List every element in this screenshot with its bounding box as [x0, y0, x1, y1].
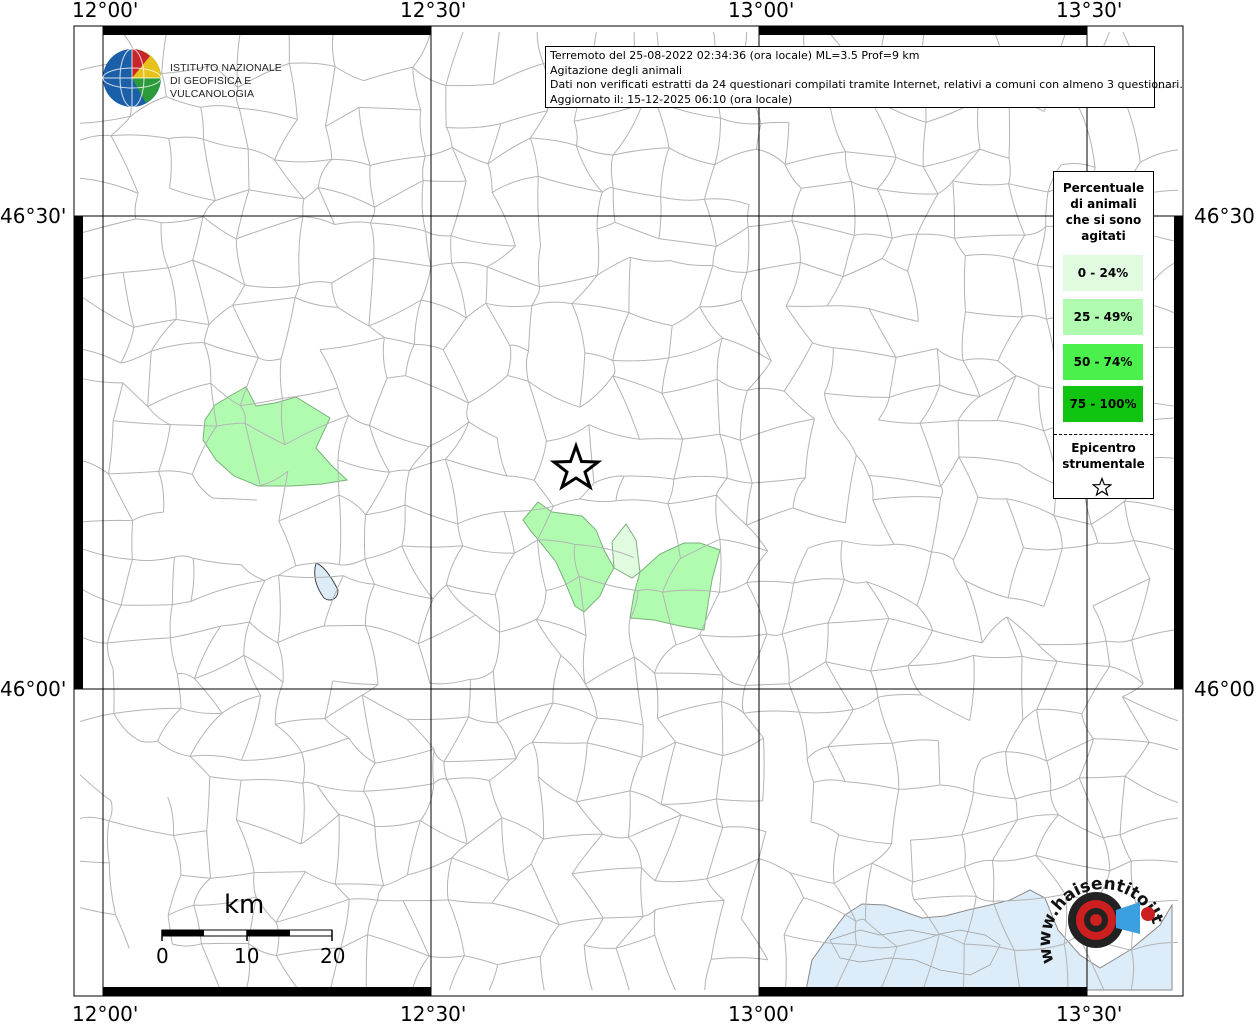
legend-title-line: di animali — [1054, 196, 1153, 212]
axis-top-12-00: 12°00' — [72, 0, 138, 20]
legend-title: Percentuale di animali che si sono agita… — [1054, 180, 1153, 244]
axis-bottom-13-00: 13°00' — [728, 1004, 794, 1024]
legend-title-line: che si sono — [1054, 212, 1153, 228]
map-subject: Agitazione degli animali — [550, 64, 1150, 79]
legend-item-25-49: 25 - 49% — [1063, 299, 1143, 335]
axis-top-13-30: 13°30' — [1056, 0, 1122, 20]
scale-label-0: 0 — [156, 944, 169, 968]
event-info-box: Terremoto del 25-08-2022 02:34:36 (ora l… — [545, 46, 1155, 108]
axis-bottom-13-30: 13°30' — [1056, 1004, 1122, 1024]
ingv-globe-icon — [100, 48, 166, 110]
legend-divider — [1054, 434, 1153, 435]
badge-logo: www.haisentitoilterremoto.it — [1036, 862, 1176, 982]
axis-right-46-30: 46°30' — [1194, 206, 1256, 226]
boundary-segment — [324, 625, 365, 626]
axis-top-12-30: 12°30' — [400, 0, 466, 20]
event-title: Terremoto del 25-08-2022 02:34:36 (ora l… — [550, 49, 1150, 64]
legend-epicenter-line: Epicentro — [1054, 440, 1153, 456]
scale-label-10: 10 — [234, 944, 259, 968]
axis-left-46-30: 46°30' — [0, 206, 66, 226]
axis-right-46-00: 46°00' — [1194, 679, 1256, 699]
boundary-segment — [121, 605, 172, 606]
axis-left-46-00: 46°00' — [0, 679, 66, 699]
haisentitoilterremoto-badge: www.haisentitoilterremoto.it — [1036, 862, 1176, 982]
scale-label-20: 20 — [320, 944, 345, 968]
scale-unit: km — [224, 890, 264, 920]
legend: Percentuale di animali che si sono agita… — [1053, 171, 1154, 499]
legend-item-75-100: 75 - 100% — [1063, 386, 1143, 422]
axis-top-13-00: 13°00' — [728, 0, 794, 20]
scale-bar: km 0 10 20 — [150, 890, 350, 970]
axis-bottom-12-00: 12°00' — [72, 1004, 138, 1024]
legend-epicenter-label: Epicentro strumentale — [1054, 440, 1153, 472]
logo-line2: DI GEOFISICA E VULCANOLOGIA — [170, 75, 320, 101]
legend-title-line: Percentuale — [1054, 180, 1153, 196]
boundary-segment — [786, 306, 827, 307]
ingv-logo: ISTITUTO NAZIONALE DI GEOFISICA E VULCAN… — [100, 48, 320, 110]
legend-item-0-24: 0 - 24% — [1063, 255, 1143, 291]
legend-item-50-74: 50 - 74% — [1063, 344, 1143, 380]
updated-timestamp: Aggiornato il: 15-12-2025 06:10 (ora loc… — [550, 93, 1150, 108]
legend-epicenter-line: strumentale — [1054, 456, 1153, 472]
logo-line1: ISTITUTO NAZIONALE — [170, 62, 320, 75]
scale-ruler — [150, 926, 350, 942]
legend-title-line: agitati — [1054, 228, 1153, 244]
data-note: Dati non verificati estratti da 24 quest… — [550, 78, 1150, 93]
star-icon — [1092, 477, 1112, 497]
axis-bottom-12-30: 12°30' — [400, 1004, 466, 1024]
